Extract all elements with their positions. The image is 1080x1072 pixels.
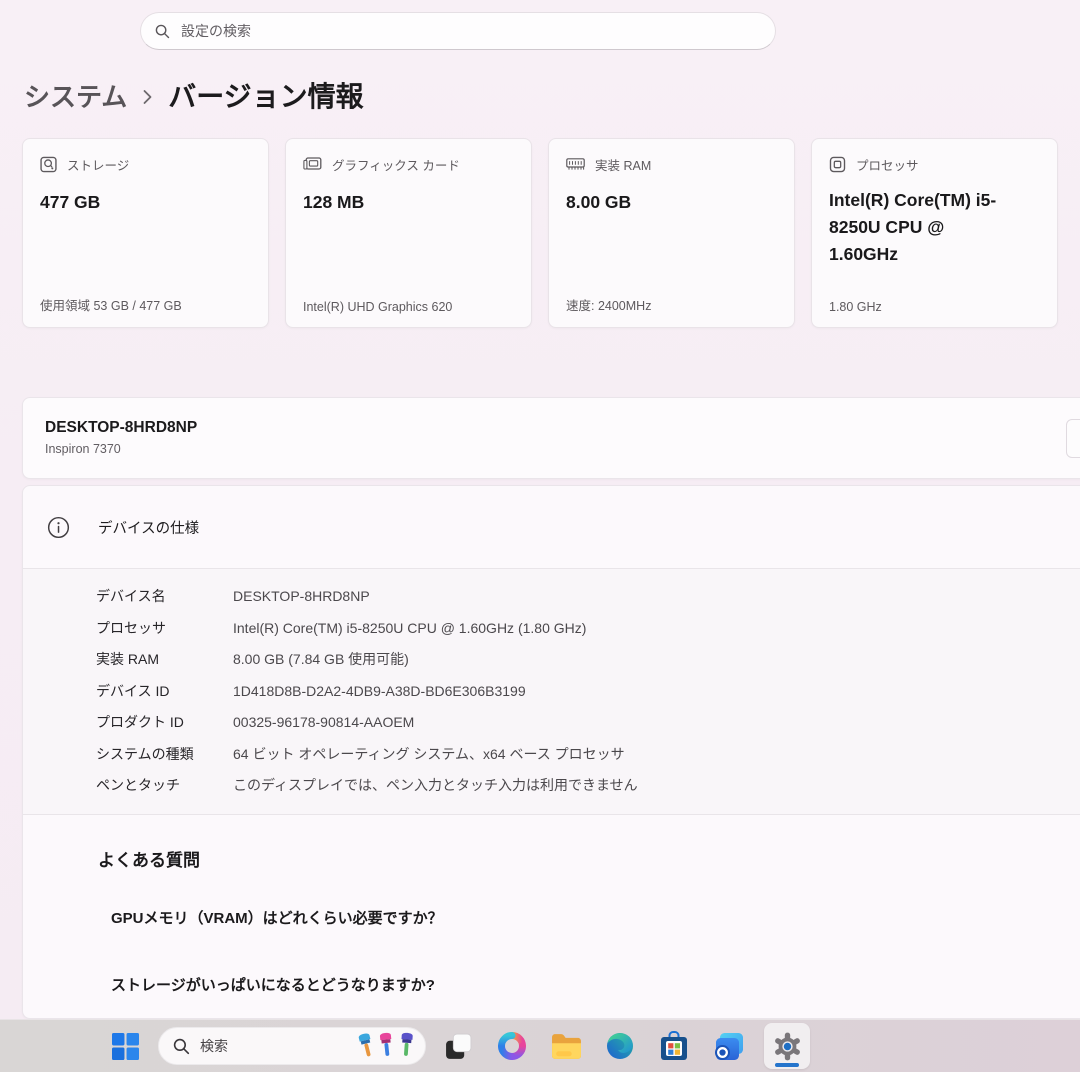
device-name-band: DESKTOP-8HRD8NP Inspiron 7370 この PC の名前を… <box>22 397 1080 479</box>
rename-pc-button[interactable]: この PC の名前を変更 <box>1066 419 1080 458</box>
outlook-icon <box>713 1032 744 1061</box>
spec-row-system-type: システムの種類 64 ビット オペレーティング システム、x64 ベース プロセ… <box>96 745 625 762</box>
task-view-button[interactable] <box>438 1024 478 1068</box>
active-app-indicator <box>775 1063 799 1067</box>
card-label: グラフィックス カード <box>332 159 460 173</box>
card-label: プロセッサ <box>856 159 919 173</box>
card-footer: 使用領域 53 GB / 477 GB <box>40 299 182 313</box>
device-specs-title: デバイスの仕様 <box>98 520 200 537</box>
cpu-icon <box>829 156 846 173</box>
device-specs-card: デバイスの仕様 デバイス名 DESKTOP-8HRD8NP プロセッサ Inte… <box>22 485 1080 1019</box>
search-highlights-brushes-icon <box>355 1030 417 1062</box>
microsoft-store-icon <box>660 1031 688 1061</box>
faq-title: よくある質問 <box>98 850 200 870</box>
start-button[interactable] <box>107 1026 143 1066</box>
graphics-card[interactable]: グラフィックス カード 128 MB Intel(R) UHD Graphics… <box>285 138 532 328</box>
edge-icon <box>605 1031 635 1061</box>
spec-row-processor: プロセッサ Intel(R) Core(TM) i5-8250U CPU @ 1… <box>96 619 587 636</box>
search-icon <box>155 24 170 39</box>
card-value: 128 MB <box>303 192 365 212</box>
storage-icon <box>40 156 57 173</box>
taskbar-search-input[interactable]: 検索 <box>158 1027 426 1065</box>
graphics-icon <box>303 157 322 172</box>
taskbar: 検索 <box>0 1019 1080 1072</box>
device-model: Inspiron 7370 <box>45 442 121 456</box>
file-explorer-button[interactable] <box>546 1024 586 1068</box>
settings-button-active[interactable] <box>764 1023 810 1069</box>
spec-row-product-id: プロダクト ID 00325-96178-90814-AAOEM <box>96 714 415 730</box>
faq-question-storage[interactable]: ストレージがいっぱいになるとどうなりますか? <box>111 974 1080 995</box>
file-explorer-icon <box>551 1033 582 1060</box>
settings-gear-icon <box>772 1031 803 1062</box>
ram-card[interactable]: 実装 RAM 8.00 GB 速度: 2400MHz <box>548 138 795 328</box>
settings-search-placeholder: 設定の検索 <box>181 23 251 39</box>
windows-logo-icon <box>111 1032 139 1060</box>
chevron-right-icon <box>142 88 153 106</box>
spec-row-device-name: デバイス名 DESKTOP-8HRD8NP <box>96 588 370 604</box>
spec-row-device-id: デバイス ID 1D418D8B-D2A2-4DB9-A38D-BD6E306B… <box>96 682 526 699</box>
breadcrumb-system[interactable]: システム <box>24 77 127 114</box>
breadcrumb: システム バージョン情報 <box>24 72 364 118</box>
device-name: DESKTOP-8HRD8NP <box>45 419 198 436</box>
ram-icon <box>566 158 585 171</box>
processor-card[interactable]: プロセッサ Intel(R) Core(TM) i5-8250U CPU @ 1… <box>811 138 1058 328</box>
task-view-icon <box>444 1032 473 1061</box>
page-title: バージョン情報 <box>168 81 364 112</box>
search-icon <box>173 1038 190 1055</box>
copilot-icon <box>497 1031 527 1061</box>
card-value: Intel(R) Core(TM) i5-8250U CPU @ 1.60GHz <box>829 190 997 264</box>
info-icon <box>47 516 70 539</box>
card-label: 実装 RAM <box>595 159 652 173</box>
faq-question-vram[interactable]: GPUメモリ（VRAM）はどれくらい必要ですか？ <box>111 907 1080 928</box>
card-label: ストレージ <box>67 159 130 173</box>
device-specs-table: デバイス名 DESKTOP-8HRD8NP プロセッサ Intel(R) Cor… <box>23 569 1080 815</box>
spec-row-pen-touch: ペンとタッチ このディスプレイでは、ペン入力とタッチ入力は利用できません <box>96 777 638 793</box>
copilot-button[interactable] <box>492 1024 532 1068</box>
spec-row-ram: 実装 RAM 8.00 GB (7.84 GB 使用可能) <box>96 651 409 667</box>
settings-search-input[interactable]: 設定の検索 <box>140 12 776 50</box>
microsoft-store-button[interactable] <box>654 1024 694 1068</box>
device-specs-header[interactable]: デバイスの仕様 <box>23 486 1080 569</box>
card-footer: Intel(R) UHD Graphics 620 <box>303 300 453 314</box>
storage-card[interactable]: ストレージ 477 GB 使用領域 53 GB / 477 GB <box>22 138 269 328</box>
taskbar-search-placeholder: 検索 <box>200 1038 228 1054</box>
edge-button[interactable] <box>600 1024 640 1068</box>
faq-section: よくある質問 GPUメモリ（VRAM）はどれくらい必要ですか？ ストレージがいっ… <box>23 846 1080 995</box>
summary-cards: ストレージ 477 GB 使用領域 53 GB / 477 GB グラフィックス… <box>22 138 1058 328</box>
card-footer: 1.80 GHz <box>829 300 882 314</box>
outlook-button[interactable] <box>708 1024 748 1068</box>
card-value: 8.00 GB <box>566 192 632 212</box>
card-footer: 速度: 2400MHz <box>566 299 652 313</box>
card-value: 477 GB <box>40 192 101 212</box>
